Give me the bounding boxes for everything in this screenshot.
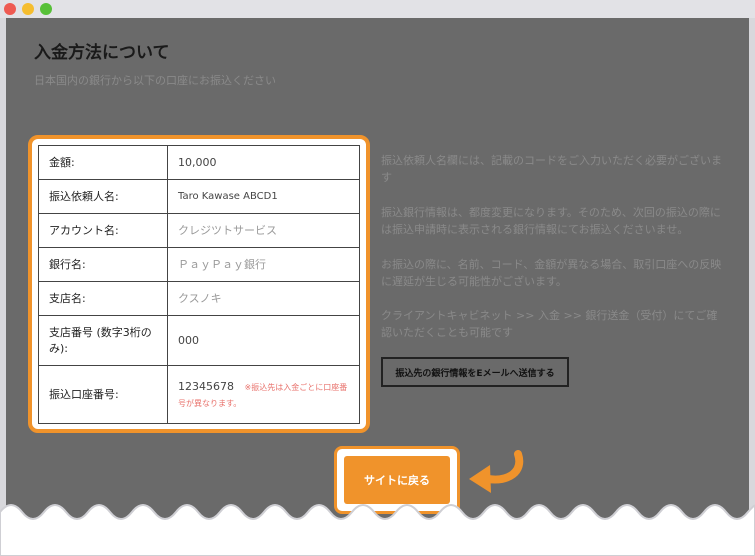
torn-edge-decoration	[0, 504, 755, 556]
remitter-name-value: Taro Kawase ABCD1	[167, 179, 360, 214]
amount-value: 10,000	[167, 145, 360, 180]
branch-name-value: クスノキ	[167, 281, 360, 316]
table-row-account-number: 振込口座番号: 12345678 ※振込先は入金ごとに口座番号が異なります。	[38, 365, 360, 424]
browser-window: 入金方法について 日本国内の銀行から以下の口座にお振込ください 金額: 10,0…	[0, 0, 755, 556]
info-paragraph-change: 振込銀行情報は、都度変更になります。そのため、次回の振込の際には振込申請時に表示…	[381, 206, 721, 237]
maximize-window-icon[interactable]	[40, 3, 52, 15]
info-paragraph-code: 振込依頼人名欄には、記載のコードをご入力いただく必要がございます	[381, 154, 722, 185]
page-subtitle: 日本国内の銀行から以下の口座にお振込ください	[34, 74, 276, 87]
account-number-cell: 12345678 ※振込先は入金ごとに口座番号が異なります。	[167, 365, 360, 424]
close-window-icon[interactable]	[4, 3, 16, 15]
branch-number-value: 000	[167, 315, 360, 366]
page-title: 入金方法について	[34, 43, 170, 63]
account-name-label: アカウント名:	[38, 213, 168, 248]
account-name-value: クレジツトサービス	[167, 213, 360, 248]
table-row-bank: 銀行名: ＰａｙＰａｙ銀行	[38, 247, 360, 282]
bank-info-highlight: 金額: 10,000 振込依頼人名: Taro Kawase ABCD1 アカウ…	[28, 135, 370, 433]
page-content: 入金方法について 日本国内の銀行から以下の口座にお振込ください 金額: 10,0…	[6, 18, 749, 556]
account-number-value: 12345678	[178, 380, 234, 394]
table-row-remitter: 振込依頼人名: Taro Kawase ABCD1	[38, 179, 360, 214]
minimize-window-icon[interactable]	[22, 3, 34, 15]
table-row-branch-number: 支店番号 (数字3桁のみ): 000	[38, 315, 360, 366]
branch-number-label: 支店番号 (数字3桁のみ):	[38, 315, 168, 366]
info-paragraph-delay: お振込の際に、名前、コード、金額が異なる場合、取引口座への反映に遅延が生じる可能…	[381, 258, 722, 289]
pointer-arrow-icon	[469, 450, 524, 493]
table-row-branch: 支店名: クスノキ	[38, 281, 360, 316]
branch-name-label: 支店名:	[38, 281, 168, 316]
info-paragraph-cabinet: クライアントキャビネット >> 入金 >> 銀行送金（受付）にてご確認いただくこ…	[381, 309, 718, 340]
title-bar	[0, 0, 755, 18]
bank-info-table: 金額: 10,000 振込依頼人名: Taro Kawase ABCD1 アカウ…	[38, 145, 360, 424]
remitter-name-label: 振込依頼人名:	[38, 179, 168, 214]
table-row-account: アカウント名: クレジツトサービス	[38, 213, 360, 248]
amount-label: 金額:	[38, 145, 168, 180]
back-to-site-button[interactable]: サイトに戻る	[344, 456, 450, 504]
send-bank-info-email-button[interactable]: 振込先の銀行情報をEメールへ送信する	[381, 357, 569, 387]
bank-name-label: 銀行名:	[38, 247, 168, 282]
table-row-amount: 金額: 10,000	[38, 145, 360, 180]
account-number-label: 振込口座番号:	[38, 365, 168, 424]
bank-name-value: ＰａｙＰａｙ銀行	[167, 247, 360, 282]
